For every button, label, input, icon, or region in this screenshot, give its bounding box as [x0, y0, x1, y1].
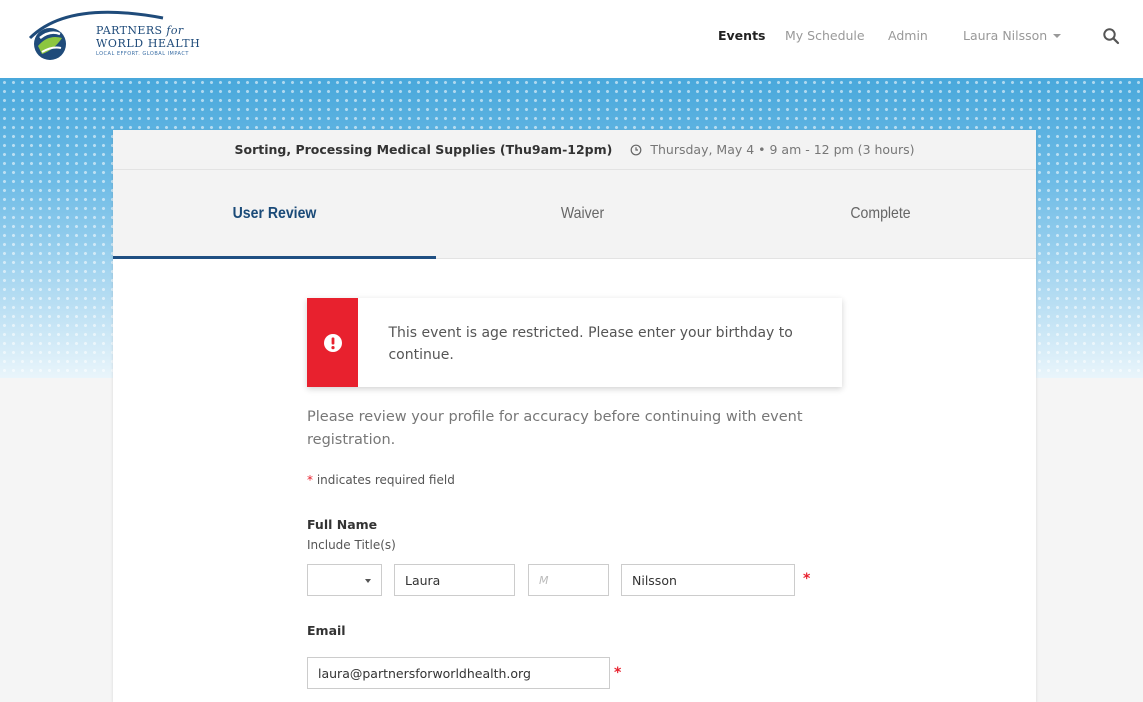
nav-events[interactable]: Events — [718, 28, 765, 43]
step-tabs: User Review Waiver Complete — [113, 170, 1036, 259]
registration-card: Sorting, Processing Medical Supplies (Th… — [113, 130, 1036, 702]
chevron-down-icon — [1053, 34, 1062, 38]
name-title-select[interactable] — [307, 564, 382, 596]
user-name: Laura Nilsson — [963, 28, 1048, 43]
nav-my-schedule[interactable]: My Schedule — [785, 28, 865, 43]
full-name-label: Full Name — [307, 517, 378, 532]
search-icon[interactable] — [1102, 27, 1120, 45]
email-input[interactable]: laura@partnersforworldhealth.org — [307, 657, 610, 689]
main-nav: Events My Schedule Admin Laura Nilsson — [0, 28, 1143, 48]
event-date: Thursday, May 4 • 9 am - 12 pm (3 hours) — [650, 142, 915, 157]
required-note-text: indicates required field — [316, 473, 455, 487]
email-label: Email — [307, 623, 346, 638]
chevron-down-icon — [365, 579, 371, 583]
middle-name-input[interactable]: M — [528, 564, 609, 596]
email-required-mark: * — [614, 665, 622, 681]
user-menu[interactable]: Laura Nilsson — [963, 28, 1062, 43]
event-title: Sorting, Processing Medical Supplies (Th… — [234, 142, 613, 157]
age-restriction-alert: This event is age restricted. Please ent… — [307, 298, 842, 387]
event-info-bar: Sorting, Processing Medical Supplies (Th… — [113, 130, 1036, 170]
required-field-note: * indicates required field — [307, 473, 455, 487]
exclamation-circle-icon — [323, 333, 342, 352]
review-intro-text: Please review your profile for accuracy … — [307, 409, 803, 448]
tab-complete[interactable]: Complete — [738, 170, 1022, 258]
nav-admin[interactable]: Admin — [888, 28, 928, 43]
last-name-required-mark: * — [803, 571, 811, 587]
full-name-sublabel: Include Title(s) — [307, 538, 396, 552]
alert-message: This event is age restricted. Please ent… — [388, 325, 793, 363]
top-navbar: PARTNERS for WORLD HEALTH LOCAL EFFORT. … — [0, 0, 1143, 78]
first-name-input[interactable]: Laura — [394, 564, 515, 596]
alert-icon-box — [307, 298, 359, 387]
tab-user-review[interactable]: User Review — [132, 170, 416, 258]
clock-icon — [630, 144, 642, 155]
active-tab-indicator — [113, 256, 436, 259]
brand-tagline: LOCAL EFFORT. GLOBAL IMPACT — [96, 51, 189, 57]
tab-waiver[interactable]: Waiver — [440, 170, 724, 258]
last-name-input[interactable]: Nilsson — [621, 564, 795, 596]
required-star: * — [307, 473, 313, 487]
